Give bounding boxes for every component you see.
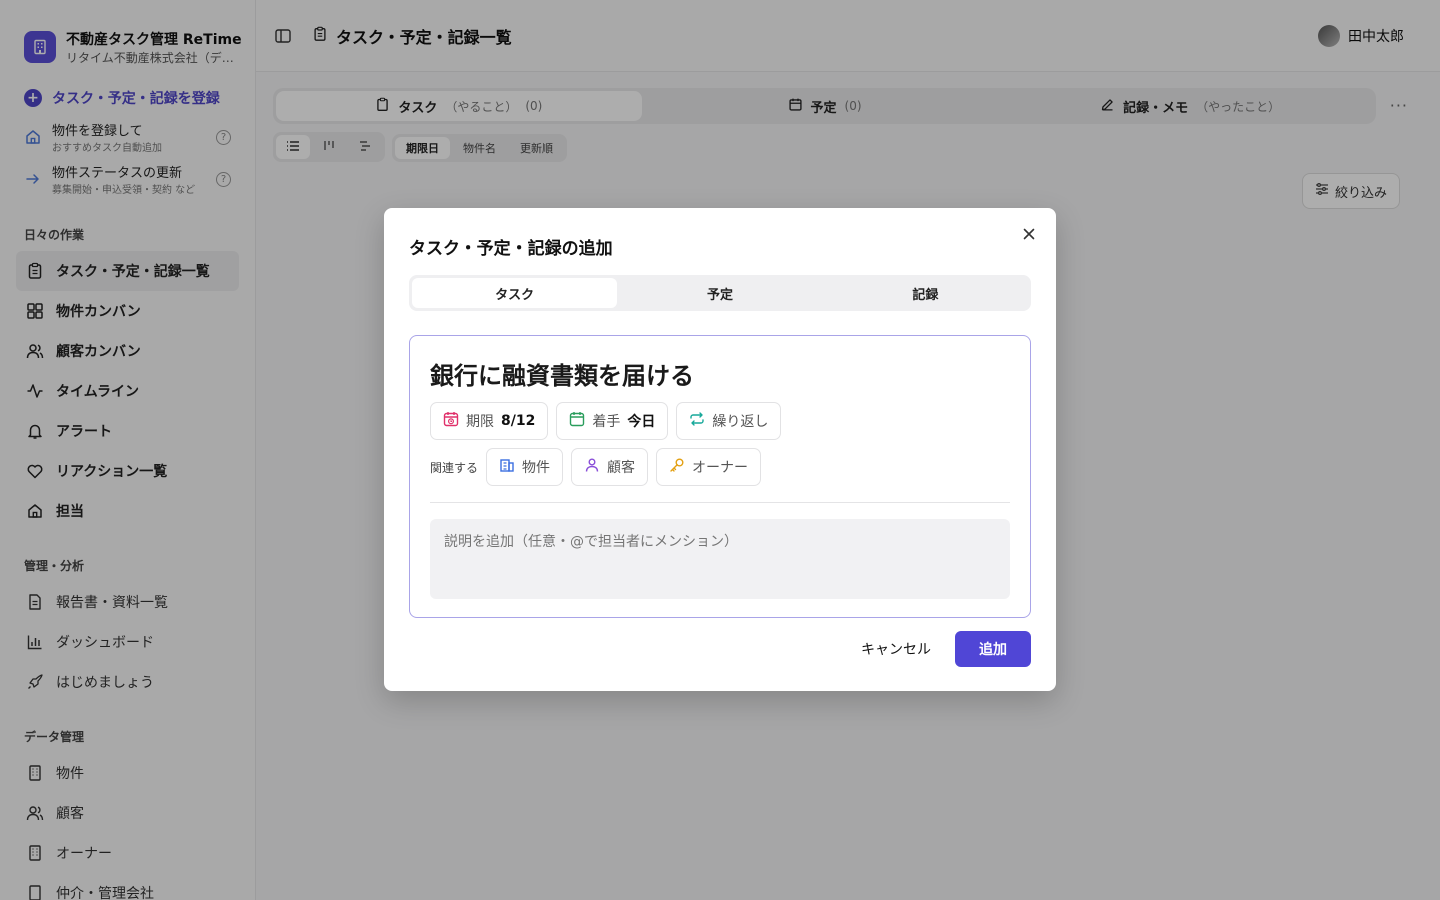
divider bbox=[430, 502, 1010, 503]
user-icon bbox=[584, 457, 600, 477]
add-entry-dialog: タスク・予定・記録の追加 タスク 予定 記録 銀行に融資書類を届ける 期限 8/… bbox=[384, 208, 1056, 691]
start-label: 着手 bbox=[592, 414, 621, 430]
related-property-label: 物件 bbox=[522, 460, 551, 476]
building-icon bbox=[499, 457, 515, 477]
start-value: 今日 bbox=[627, 414, 656, 430]
close-icon[interactable] bbox=[1020, 225, 1038, 243]
entry-kind-tabs: タスク 予定 記録 bbox=[409, 275, 1031, 311]
tab-kind-record[interactable]: 記録 bbox=[823, 278, 1028, 308]
entry-editor: 銀行に融資書類を届ける 期限 8/12 着手 今日 繰り返し 関連する 物件 顧… bbox=[409, 335, 1031, 618]
key-icon bbox=[669, 457, 685, 477]
alarm-clock-icon bbox=[443, 411, 459, 431]
repeat-chip[interactable]: 繰り返し bbox=[676, 402, 782, 440]
related-property-chip[interactable]: 物件 bbox=[486, 448, 564, 486]
calendar-icon bbox=[569, 411, 585, 431]
related-owner-chip[interactable]: オーナー bbox=[656, 448, 762, 486]
related-owner-label: オーナー bbox=[692, 460, 749, 476]
due-value: 8/12 bbox=[501, 413, 536, 429]
start-date-chip[interactable]: 着手 今日 bbox=[556, 402, 669, 440]
tab-kind-task[interactable]: タスク bbox=[412, 278, 618, 308]
related-customer-label: 顧客 bbox=[607, 460, 636, 476]
repeat-icon bbox=[689, 411, 705, 431]
repeat-label: 繰り返し bbox=[712, 414, 769, 430]
cancel-button[interactable]: キャンセル bbox=[861, 639, 931, 659]
dialog-title: タスク・予定・記録の追加 bbox=[409, 239, 613, 259]
due-label: 期限 bbox=[466, 414, 494, 430]
tab-kind-schedule[interactable]: 予定 bbox=[617, 278, 822, 308]
add-button[interactable]: 追加 bbox=[955, 631, 1031, 667]
description-input[interactable] bbox=[430, 519, 1010, 599]
related-customer-chip[interactable]: 顧客 bbox=[571, 448, 649, 486]
due-date-chip[interactable]: 期限 8/12 bbox=[430, 402, 549, 440]
task-title-input[interactable]: 銀行に融資書類を届ける bbox=[430, 356, 1010, 392]
related-label: 関連する bbox=[430, 460, 479, 475]
